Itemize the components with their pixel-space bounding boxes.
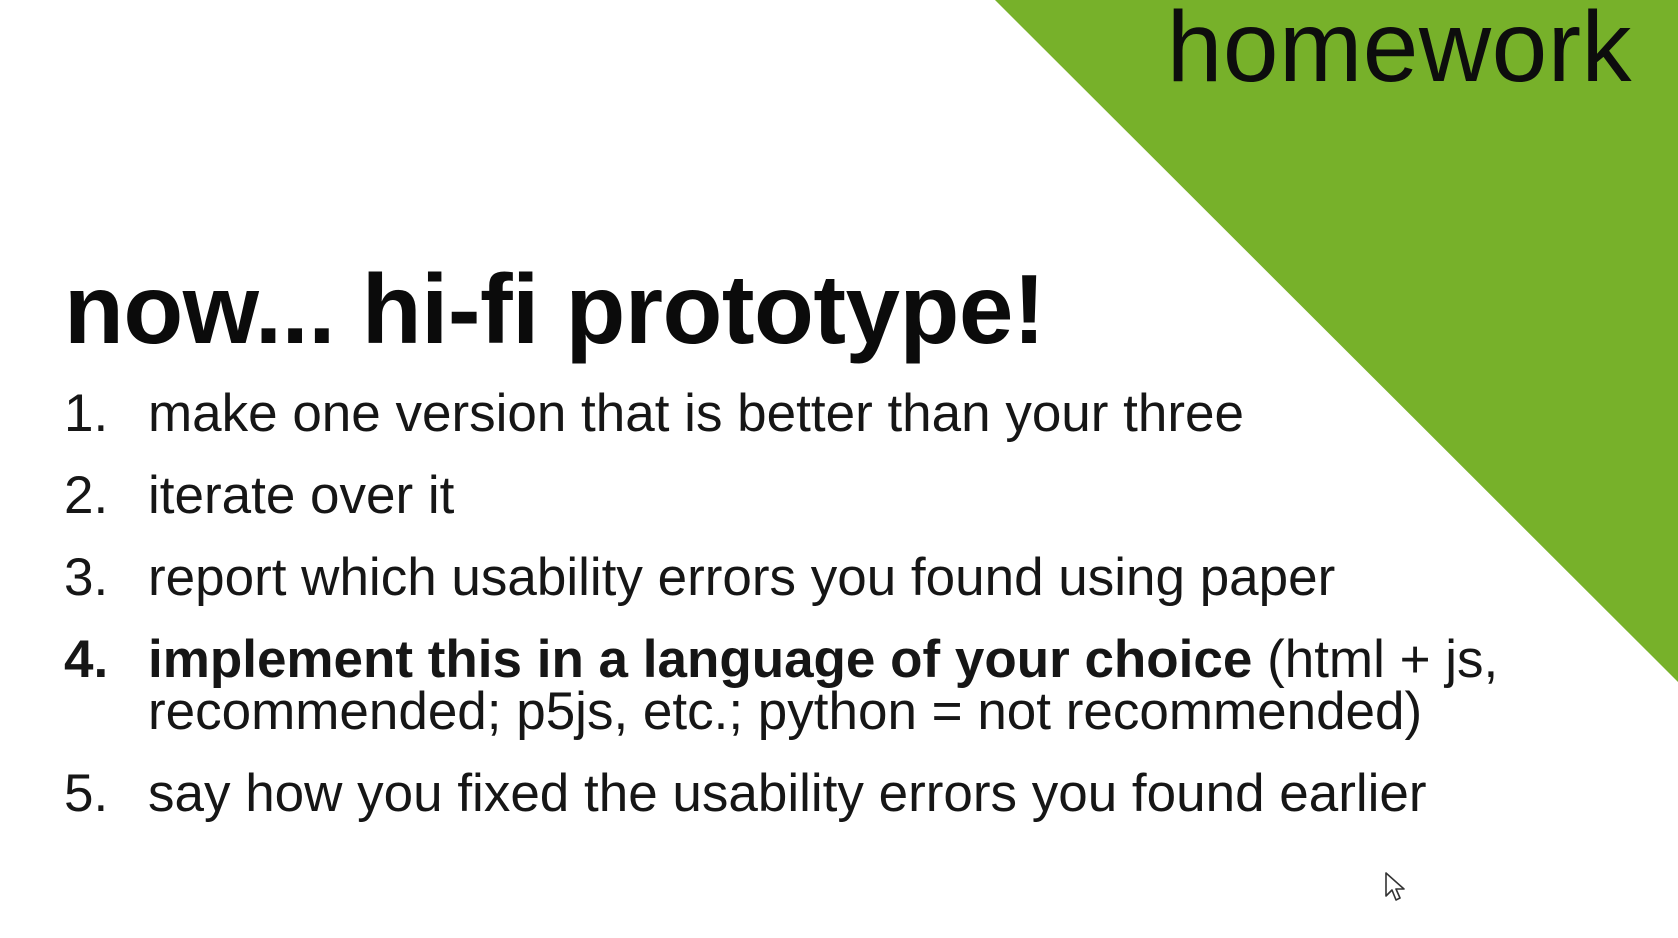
steps-list: 1. make one version that is better than … bbox=[64, 384, 1564, 850]
step-item: 2. iterate over it bbox=[64, 466, 1564, 525]
step-number: 5. bbox=[64, 764, 109, 823]
slide-title: now... hi-fi prototype! bbox=[64, 254, 1046, 364]
step-text: report which usability errors you found … bbox=[148, 548, 1336, 607]
step-text: iterate over it bbox=[148, 466, 455, 525]
step-item: 4. implement this in a language of your … bbox=[64, 630, 1564, 738]
step-item: 3. report which usability errors you fou… bbox=[64, 548, 1564, 607]
section-tag: homework bbox=[1166, 0, 1632, 103]
step-number: 4. bbox=[64, 630, 109, 689]
mouse-pointer-icon bbox=[1385, 872, 1405, 901]
step-text-block: implement this in a language of your cho… bbox=[148, 633, 1564, 738]
step-number: 1. bbox=[64, 384, 109, 443]
presentation-slide: homework now... hi-fi prototype! 1. make… bbox=[0, 0, 1678, 938]
step-text: say how you fixed the usability errors y… bbox=[148, 764, 1427, 823]
step-text: make one version that is better than you… bbox=[148, 384, 1244, 443]
step-item: 1. make one version that is better than … bbox=[64, 384, 1564, 443]
step-emphasis: implement this in a language of your cho… bbox=[148, 630, 1253, 689]
step-number: 3. bbox=[64, 548, 109, 607]
step-number: 2. bbox=[64, 466, 109, 525]
step-item: 5. say how you fixed the usability error… bbox=[64, 764, 1564, 823]
